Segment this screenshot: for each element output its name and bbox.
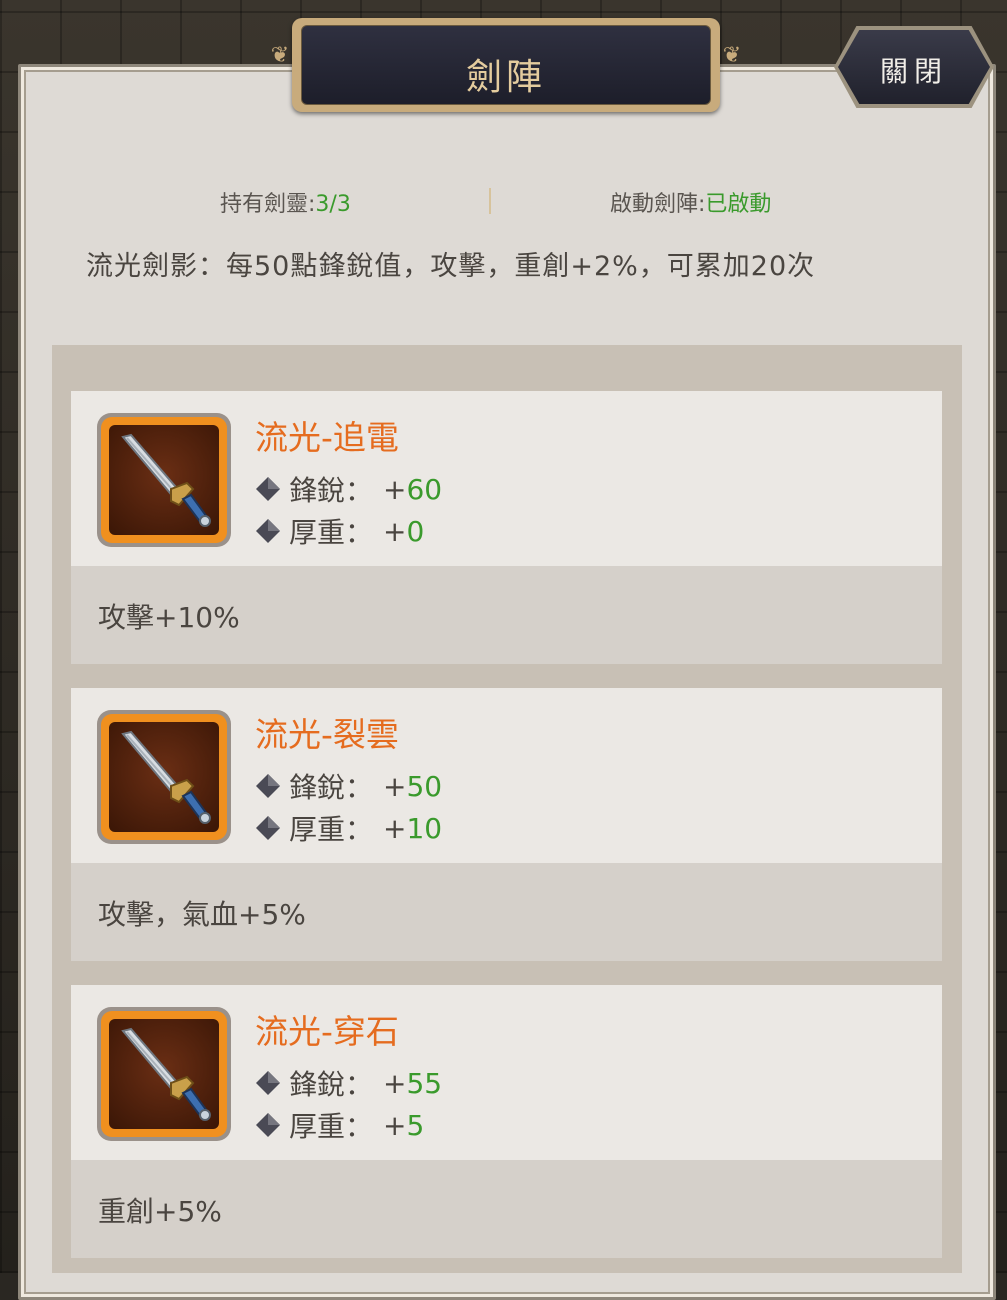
array-description: 流光劍影：每50點鋒銳值，攻擊，重創+2%，可累加20次: [86, 251, 816, 282]
sword-name: 流光-追電: [255, 418, 399, 457]
heaviness-value: 10: [406, 811, 443, 845]
heaviness-label: 厚重：: [289, 516, 374, 549]
heaviness-value: 0: [406, 514, 425, 548]
sharpness-label: 鋒銳：: [289, 1068, 374, 1101]
title-plate: 劍陣: [292, 18, 720, 112]
close-button[interactable]: 關閉: [838, 30, 990, 104]
sharpness-value: 55: [406, 1066, 443, 1100]
sword-bonus: 攻擊，氣血+5%: [98, 898, 306, 931]
diamond-bullet-icon: [256, 519, 280, 543]
sword-name: 流光-裂雲: [255, 715, 399, 754]
sword-bonus-row: 重創+5%: [71, 1160, 942, 1258]
held-spirits-value: 3/3: [315, 192, 351, 217]
sharpness-label: 鋒銳：: [289, 771, 374, 804]
close-button-label: 關閉: [879, 55, 948, 88]
sharpness-value: 50: [406, 769, 443, 803]
held-spirits-label: 持有劍靈:: [220, 192, 316, 217]
sharpness-value: 60: [406, 472, 443, 506]
sword-icon-frame[interactable]: [97, 710, 231, 844]
sword-icon-frame[interactable]: [97, 1007, 231, 1141]
diamond-bullet-icon: [256, 774, 280, 798]
info-divider: [489, 188, 491, 214]
heaviness-label: 厚重：: [289, 1110, 374, 1143]
sword-bonus: 攻擊+10%: [98, 601, 240, 634]
sword-icon: [121, 730, 211, 824]
held-spirits: 持有劍靈:3/3: [220, 186, 351, 218]
array-status: 啟動劍陣:已啟動: [610, 186, 771, 218]
ornament-left-icon: ❦: [270, 43, 290, 68]
heaviness-stat: 厚重： +10: [255, 808, 442, 848]
heaviness-label: 厚重：: [289, 813, 374, 846]
diamond-bullet-icon: [256, 477, 280, 501]
sword-bonus-row: 攻擊+10%: [71, 566, 942, 664]
sharpness-stat: 鋒銳： +55: [255, 1063, 442, 1103]
ornament-right-icon: ❦: [722, 43, 742, 68]
array-status-label: 啟動劍陣:: [610, 192, 706, 217]
sword-card[interactable]: 流光-裂雲 鋒銳： +50 厚重： +10 攻擊，氣血+5%: [71, 688, 942, 961]
diamond-bullet-icon: [256, 816, 280, 840]
sword-card-header: 流光-穿石 鋒銳： +55 厚重： +5: [71, 985, 942, 1160]
sword-card-header: 流光-裂雲 鋒銳： +50 厚重： +10: [71, 688, 942, 863]
page-title: 劍陣: [465, 57, 546, 98]
heaviness-stat: 厚重： +5: [255, 1105, 424, 1145]
sharpness-stat: 鋒銳： +60: [255, 469, 442, 509]
diamond-bullet-icon: [256, 1071, 280, 1095]
sword-name: 流光-穿石: [255, 1012, 399, 1051]
sword-card-header: 流光-追電 鋒銳： +60 厚重： +0: [71, 391, 942, 566]
sword-icon: [121, 433, 211, 527]
sword-bonus: 重創+5%: [98, 1195, 222, 1228]
sword-icon-frame[interactable]: [97, 413, 231, 547]
sword-bonus-row: 攻擊，氣血+5%: [71, 863, 942, 961]
sharpness-label: 鋒銳：: [289, 474, 374, 507]
sword-card[interactable]: 流光-追電 鋒銳： +60 厚重： +0 攻擊+10%: [71, 391, 942, 664]
heaviness-value: 5: [406, 1108, 425, 1142]
sword-icon: [121, 1027, 211, 1121]
sword-card[interactable]: 流光-穿石 鋒銳： +55 厚重： +5 重創+5%: [71, 985, 942, 1258]
diamond-bullet-icon: [256, 1113, 280, 1137]
heaviness-stat: 厚重： +0: [255, 511, 424, 551]
sharpness-stat: 鋒銳： +50: [255, 766, 442, 806]
array-status-value: 已啟動: [705, 192, 772, 217]
